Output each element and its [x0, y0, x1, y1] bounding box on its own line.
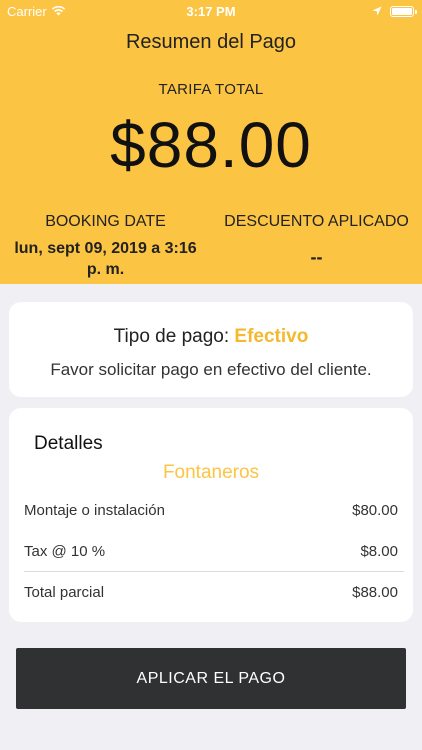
payment-type-card: Tipo de pago: Efectivo Favor solicitar p…	[9, 302, 413, 397]
payment-type-label: Tipo de pago:	[113, 326, 230, 347]
detail-row-value: $88.00	[352, 583, 398, 601]
total-fare-label: TARIFA TOTAL	[158, 81, 264, 98]
booking-date-value: lun, sept 09, 2019 a 3:16 p. m.	[14, 240, 197, 278]
status-time: 3:17 PM	[186, 4, 236, 19]
apply-payment-button[interactable]: APLICAR EL PAGO	[16, 648, 406, 709]
detail-row-label: Total parcial	[24, 583, 105, 601]
page-title: Resumen del Pago	[125, 31, 297, 53]
payment-type-value: Efectivo	[234, 326, 309, 347]
payment-type: Tipo de pago: Efectivo	[9, 326, 413, 348]
detail-row-value: $80.00	[352, 501, 398, 519]
details-card: Detalles Fontaneros Montaje o instalació…	[9, 408, 413, 622]
booking-date-label: BOOKING DATE	[45, 213, 166, 230]
status-bar: Carrier 3:17 PM	[0, 0, 422, 22]
detail-row-label: Tax @ 10 %	[24, 542, 106, 560]
discount-value: --	[310, 247, 323, 267]
discount-label: DESCUENTO APLICADO	[224, 213, 409, 230]
detail-row-value: $8.00	[360, 542, 398, 560]
detail-row-label: Montaje o instalación	[24, 501, 165, 519]
detail-row: Montaje o instalación $80.00	[24, 490, 398, 530]
payment-summary-header: Carrier 3:17 PM Resumen del Pago TARIFA …	[0, 0, 422, 284]
service-name: Fontaneros	[162, 462, 260, 483]
detail-row: Tax @ 10 % $8.00	[24, 531, 398, 571]
battery-icon	[390, 6, 417, 17]
status-right	[372, 4, 417, 19]
detail-row-subtotal: Total parcial $88.00	[24, 572, 398, 612]
location-arrow-icon	[372, 4, 382, 19]
payment-note: Favor solicitar pago en efectivo del cli…	[50, 360, 372, 379]
total-fare-amount: $88.00	[110, 109, 312, 181]
details-title: Detalles	[34, 433, 103, 454]
